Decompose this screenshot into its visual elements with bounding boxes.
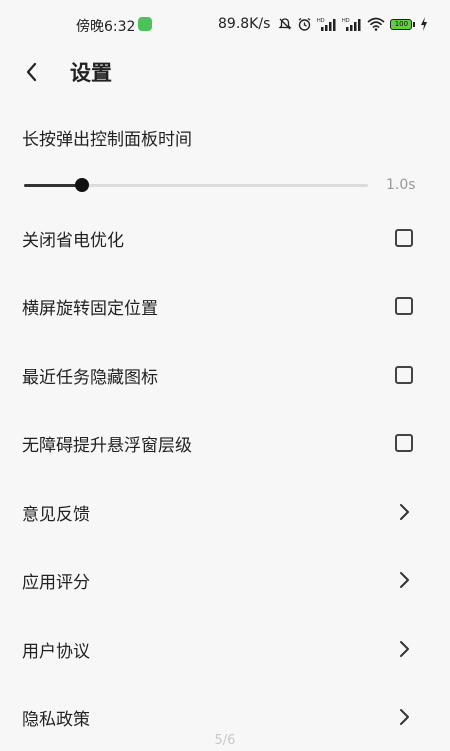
- slider-label: 长按弹出控制面板时间: [22, 130, 192, 150]
- chevron-right-icon: [400, 572, 409, 588]
- status-icons: 89.8K/s HD HD 100: [218, 16, 428, 32]
- setting-close-power-optimization[interactable]: 关闭省电优化: [0, 204, 450, 272]
- duration-slider[interactable]: [24, 178, 368, 192]
- battery-icon: 100: [390, 18, 416, 30]
- status-time: 傍晚6:32: [76, 19, 136, 35]
- mute-icon: [278, 18, 292, 30]
- setting-label: 横屏旋转固定位置: [22, 299, 158, 319]
- svg-text:HD: HD: [317, 18, 325, 24]
- signal-hd-1-icon: HD: [317, 18, 336, 31]
- svg-text:HD: HD: [342, 18, 350, 24]
- setting-landscape-fixed-rotation[interactable]: 横屏旋转固定位置: [0, 272, 450, 340]
- wifi-icon: [367, 17, 385, 31]
- page-indicator: 5/6: [214, 733, 236, 748]
- setting-label: 无障碍提升悬浮窗层级: [22, 436, 192, 456]
- alarm-icon: [298, 17, 311, 31]
- back-button[interactable]: [14, 54, 50, 90]
- checkbox[interactable]: [395, 297, 413, 315]
- chevron-right-icon: [400, 641, 409, 657]
- nav-label: 应用评分: [22, 573, 90, 593]
- slider-thumb[interactable]: [75, 178, 90, 192]
- checkbox[interactable]: [395, 366, 413, 384]
- setting-label: 最近任务隐藏图标: [22, 368, 158, 388]
- nav-user-agreement[interactable]: 用户协议: [0, 615, 450, 683]
- setting-accessibility-overlay-level[interactable]: 无障碍提升悬浮窗层级: [0, 409, 450, 477]
- checkbox[interactable]: [395, 434, 413, 452]
- page-title: 设置: [70, 61, 112, 85]
- setting-label: 关闭省电优化: [22, 231, 124, 251]
- nav-label: 隐私政策: [22, 710, 90, 730]
- chevron-right-icon: [400, 709, 409, 725]
- setting-hide-recent-tasks-icon[interactable]: 最近任务隐藏图标: [0, 341, 450, 409]
- network-speed: 89.8K/s: [218, 16, 271, 32]
- nav-rate-app[interactable]: 应用评分: [0, 546, 450, 614]
- status-bar: 傍晚6:32 89.8K/s HD HD 100: [0, 0, 450, 52]
- nav-label: 意见反馈: [22, 505, 90, 525]
- back-arrow-icon: [26, 62, 37, 82]
- checkbox[interactable]: [395, 229, 413, 247]
- signal-hd-2-icon: HD: [342, 18, 361, 31]
- slider-value: 1.0s: [386, 177, 416, 193]
- slider-fill: [24, 184, 83, 187]
- nav-label: 用户协议: [22, 642, 90, 662]
- charging-icon: [421, 17, 428, 31]
- chevron-right-icon: [400, 504, 409, 520]
- nav-feedback[interactable]: 意见反馈: [0, 478, 450, 546]
- app-notification-icon: [138, 17, 152, 31]
- header: 设置: [0, 52, 450, 92]
